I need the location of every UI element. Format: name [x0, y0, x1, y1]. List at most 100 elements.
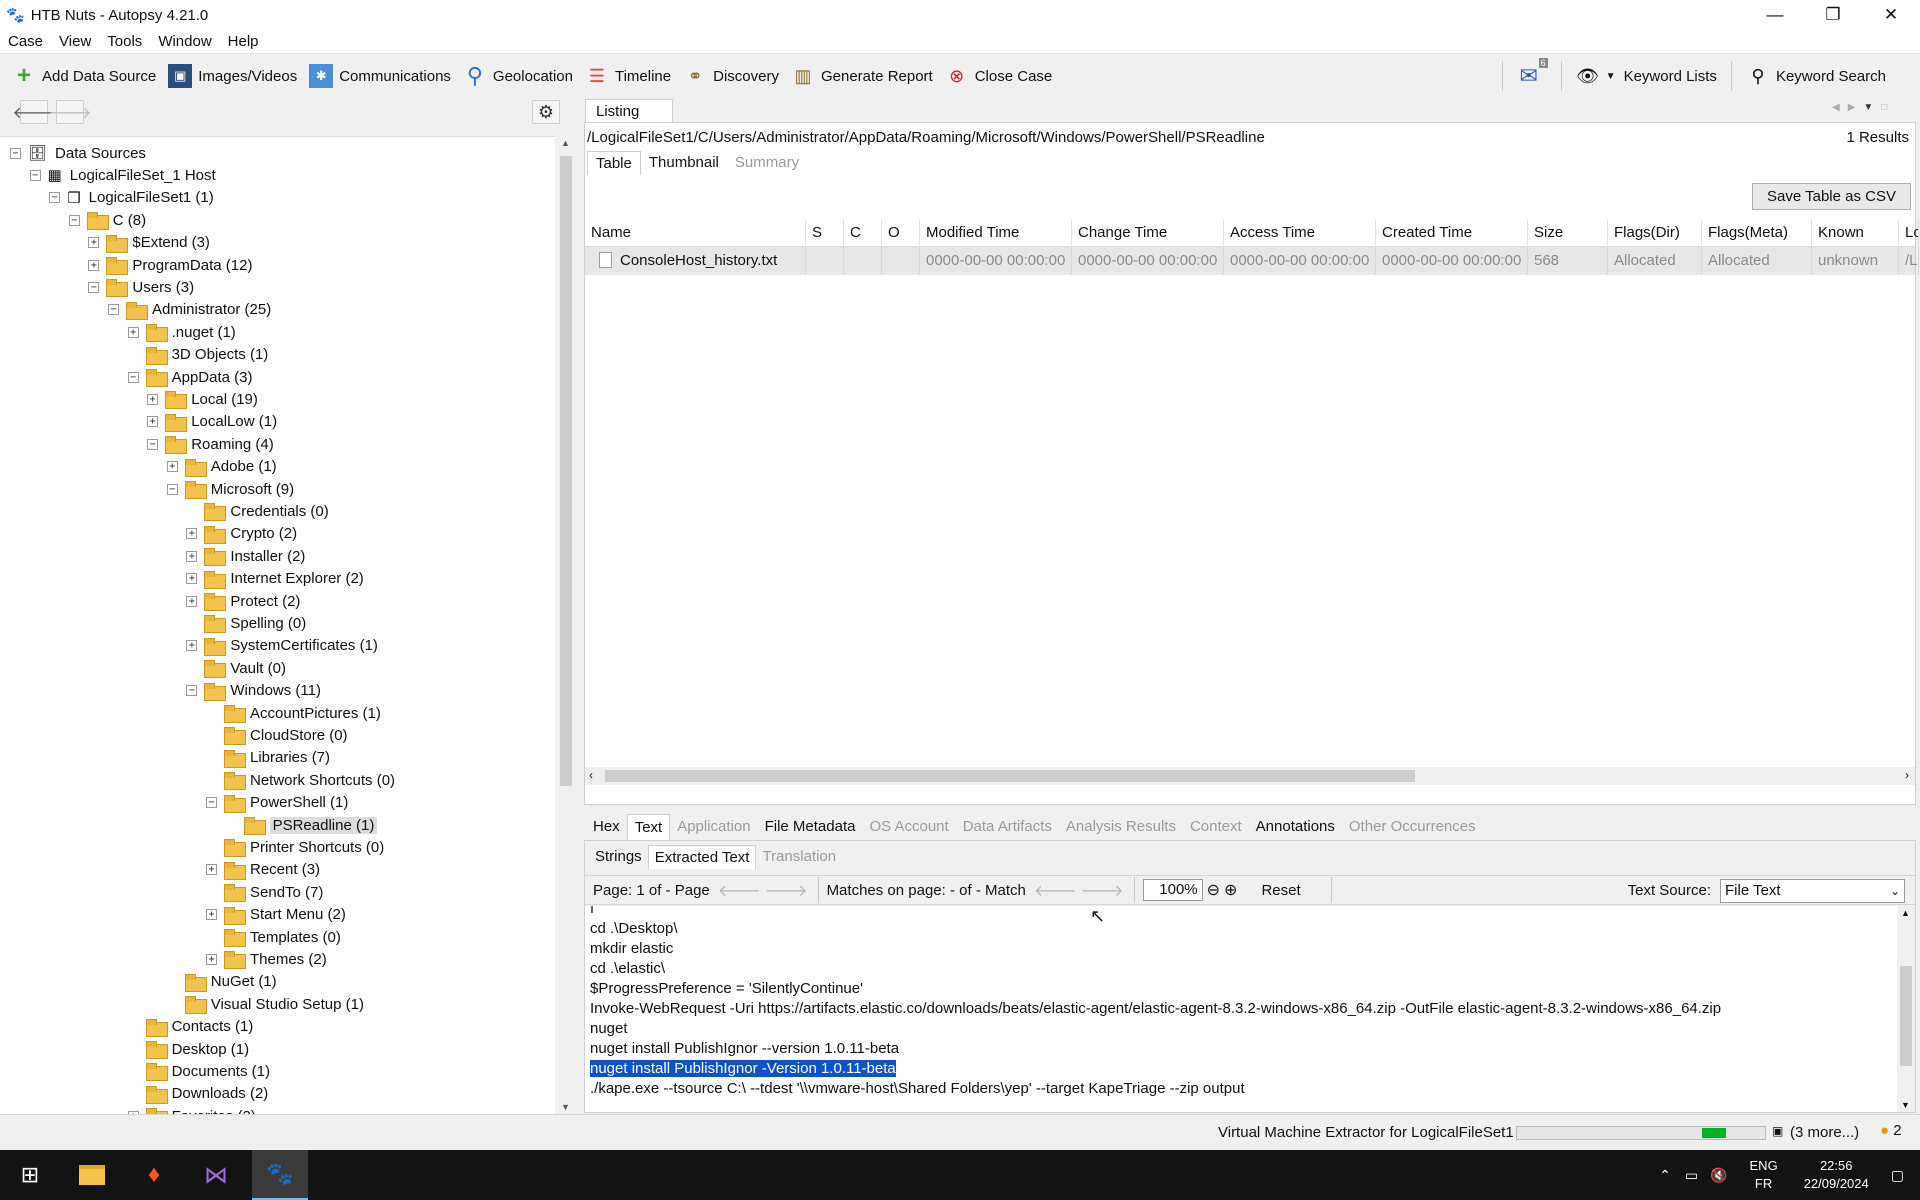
- tree-node[interactable]: − ❐ LogicalFileSet1 (1): [49, 187, 214, 209]
- expand-icon[interactable]: +: [88, 237, 100, 249]
- tree-node[interactable]: + Local (19): [147, 388, 258, 410]
- save-table-csv-button[interactable]: Save Table as CSV: [1752, 183, 1911, 210]
- minimize-button[interactable]: —: [1746, 0, 1804, 30]
- column-header[interactable]: C: [844, 219, 882, 247]
- table-row[interactable]: ConsoleHost_history.txt 0000-00-00 00:00:…: [585, 247, 1919, 275]
- expand-icon[interactable]: +: [147, 416, 159, 428]
- tab-hex[interactable]: Hex: [586, 814, 627, 840]
- tree-node[interactable]: Spelling (0): [186, 612, 306, 634]
- discovery-button[interactable]: ⚭ Discovery: [683, 64, 779, 88]
- close-case-button[interactable]: ⊗ Close Case: [945, 64, 1052, 88]
- expand-icon[interactable]: +: [206, 953, 217, 965]
- inbox-button[interactable]: ✉ 6: [1517, 58, 1548, 88]
- collapse-icon[interactable]: −: [49, 192, 61, 204]
- tree-node[interactable]: + Installer (2): [186, 545, 305, 567]
- collapse-icon[interactable]: −: [108, 304, 119, 316]
- forward-button[interactable]: 🡒: [49, 100, 91, 124]
- expand-icon[interactable]: +: [186, 640, 198, 652]
- collapse-icon[interactable]: −: [186, 685, 198, 697]
- collapse-icon[interactable]: −: [147, 438, 159, 450]
- menu-help[interactable]: Help: [220, 33, 267, 50]
- tab-text[interactable]: Text: [626, 814, 671, 840]
- collapse-icon[interactable]: −: [68, 214, 80, 226]
- tree-node[interactable]: Vault (0): [186, 657, 286, 679]
- expand-icon[interactable]: +: [186, 595, 198, 607]
- tree-node[interactable]: + SystemCertificates (1): [186, 635, 378, 657]
- tree-node[interactable]: − AppData (3): [127, 366, 252, 388]
- expand-icon[interactable]: +: [186, 528, 198, 540]
- tree-node[interactable]: − Administrator (25): [108, 299, 271, 321]
- keyword-lists-button[interactable]: 👁 ▼ Keyword Lists: [1576, 64, 1717, 88]
- close-button[interactable]: ✕: [1862, 0, 1920, 30]
- warning-indicator[interactable]: ● 2: [1880, 1122, 1902, 1139]
- tree-node[interactable]: − Microsoft (9): [166, 478, 294, 500]
- column-header[interactable]: Flags(Meta): [1702, 219, 1812, 247]
- tree-node[interactable]: Visual Studio Setup (1): [167, 993, 364, 1015]
- tree-node[interactable]: Network Shortcuts (0): [206, 769, 395, 791]
- tree-node[interactable]: Documents (1): [128, 1060, 270, 1082]
- tab-file-metadata[interactable]: File Metadata: [758, 814, 863, 840]
- zoom-out-icon[interactable]: ⊖: [1207, 880, 1220, 900]
- tab-os-account[interactable]: OS Account: [862, 814, 955, 840]
- menu-tools[interactable]: Tools: [99, 33, 150, 50]
- tree-node[interactable]: + $Extend (3): [88, 232, 210, 254]
- table-horizontal-scrollbar[interactable]: ‹ ›: [585, 767, 1915, 785]
- extracted-text-area[interactable]: f cd .\Desktop\ mkdir elastic cd .\elastic\…: [585, 906, 1897, 1112]
- text-scrollbar[interactable]: ▲ ▼: [1897, 906, 1915, 1112]
- next-match-icon[interactable]: 🡒: [1081, 880, 1124, 901]
- images-videos-button[interactable]: ▣ Images/Videos: [168, 64, 297, 88]
- tree-node[interactable]: − Users (3): [88, 276, 194, 298]
- timeline-button[interactable]: ☰ Timeline: [585, 64, 671, 88]
- expand-icon[interactable]: +: [186, 573, 198, 585]
- tab-other-occurrences[interactable]: Other Occurrences: [1342, 814, 1483, 840]
- tab-summary[interactable]: Summary: [727, 151, 807, 175]
- tree-node[interactable]: − C (8): [68, 209, 146, 231]
- tree-node[interactable]: − Roaming (4): [147, 433, 274, 455]
- tree-node[interactable]: + ProgramData (12): [88, 254, 252, 276]
- text-source-select[interactable]: File Text ⌄: [1720, 879, 1905, 903]
- visual-studio-icon[interactable]: ⋈: [188, 1150, 244, 1200]
- tree-node[interactable]: + Crypto (2): [186, 523, 297, 545]
- collapse-icon[interactable]: −: [88, 281, 100, 293]
- gear-icon[interactable]: ⚙: [532, 100, 560, 124]
- tab-table[interactable]: Table: [587, 151, 641, 175]
- menu-case[interactable]: Case: [0, 33, 51, 50]
- column-header[interactable]: Name: [585, 219, 806, 247]
- tree-scrollbar[interactable]: ▲ ▼: [557, 136, 575, 1114]
- more-tasks-link[interactable]: (3 more...): [1790, 1124, 1859, 1141]
- tree-node[interactable]: AccountPictures (1): [206, 702, 381, 724]
- tree-node[interactable]: Printer Shortcuts (0): [206, 836, 384, 858]
- tab-context[interactable]: Context: [1183, 814, 1249, 840]
- communications-button[interactable]: ✱ Communications: [309, 64, 451, 88]
- tab-thumbnail[interactable]: Thumbnail: [641, 151, 727, 175]
- expand-icon[interactable]: +: [166, 461, 178, 473]
- prev-page-icon[interactable]: 🡐: [718, 880, 761, 901]
- tab-translation[interactable]: Translation: [756, 845, 842, 869]
- tree-node[interactable]: − PowerShell (1): [206, 792, 348, 814]
- expand-icon[interactable]: +: [206, 909, 217, 921]
- column-header[interactable]: O: [882, 219, 920, 247]
- expand-icon[interactable]: +: [186, 550, 198, 562]
- column-header[interactable]: Modified Time: [920, 219, 1072, 247]
- menu-view[interactable]: View: [51, 33, 99, 50]
- collapse-icon[interactable]: −: [166, 483, 178, 495]
- network-icon[interactable]: ▭: [1685, 1167, 1698, 1184]
- tree-node[interactable]: Credentials (0): [186, 500, 329, 522]
- tree-node[interactable]: SendTo (7): [206, 881, 323, 903]
- clock[interactable]: 22:56 22/09/2024: [1804, 1157, 1869, 1193]
- menu-window[interactable]: Window: [150, 33, 219, 50]
- tree-node[interactable]: PSReadline (1): [226, 814, 378, 836]
- collapse-icon[interactable]: −: [29, 169, 41, 181]
- tree-node[interactable]: 3D Objects (1): [128, 344, 268, 366]
- expand-icon[interactable]: +: [147, 393, 159, 405]
- tree-node[interactable]: + Protect (2): [186, 590, 300, 612]
- tree-node[interactable]: + Start Menu (2): [206, 904, 346, 926]
- tray-chevron-up-icon[interactable]: ⌃: [1659, 1167, 1671, 1184]
- tree-node[interactable]: +Favorites (2): [127, 1105, 256, 1114]
- column-header[interactable]: Lo: [1899, 219, 1919, 247]
- listing-tab[interactable]: Listing: [585, 99, 673, 123]
- notifications-icon[interactable]: ▢: [1891, 1167, 1904, 1184]
- tree-node[interactable]: + .nuget (1): [127, 321, 236, 343]
- tree-node[interactable]: + Themes (2): [206, 948, 327, 970]
- tree-node[interactable]: − 🗄 Data Sources: [10, 142, 146, 164]
